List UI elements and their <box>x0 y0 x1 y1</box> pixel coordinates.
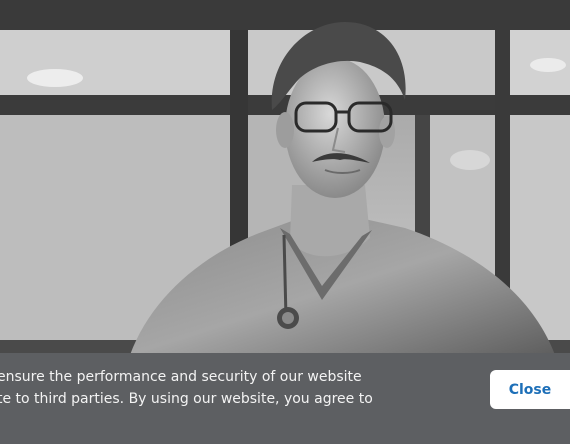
page: ensure the performance and security of o… <box>0 0 570 444</box>
cookie-notice-text: ensure the performance and security of o… <box>0 366 377 410</box>
close-button[interactable]: Close <box>490 370 570 409</box>
cookie-notice-line-1: ensure the performance and security of o… <box>0 369 362 385</box>
cookie-banner: ensure the performance and security of o… <box>0 353 570 444</box>
cookie-notice-line-2: te to third parties. By using our websit… <box>0 391 373 407</box>
